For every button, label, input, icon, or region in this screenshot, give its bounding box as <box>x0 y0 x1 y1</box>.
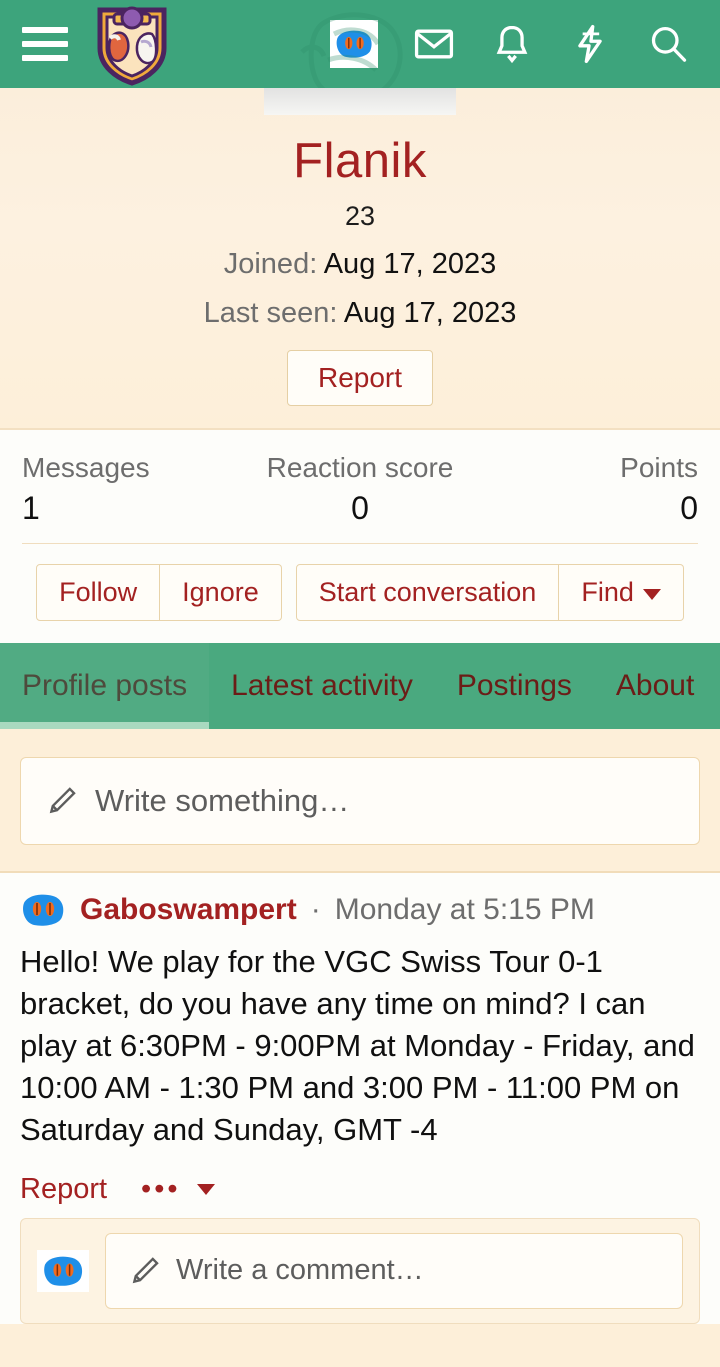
stat-messages: Messages 1 <box>22 452 247 527</box>
report-profile-button[interactable]: Report <box>286 350 434 407</box>
avatar-blob-icon <box>44 1256 83 1286</box>
conversation-find-group: Start conversation Find <box>295 564 684 622</box>
stat-label: Messages <box>22 452 150 484</box>
last-seen-row: Last seen: Aug 17, 2023 <box>0 297 720 330</box>
comment-composer: Write a comment… <box>20 1217 700 1324</box>
hamburger-menu-icon[interactable] <box>22 27 68 61</box>
lightning-bolt-icon[interactable] <box>568 22 612 66</box>
follow-button[interactable]: Follow <box>36 564 161 622</box>
magnifier-icon[interactable] <box>646 22 690 66</box>
comment-input[interactable]: Write a comment… <box>105 1232 683 1309</box>
start-conversation-button[interactable]: Start conversation <box>295 564 560 622</box>
ellipsis-icon: ••• <box>141 1172 181 1205</box>
last-seen-value: Aug 17, 2023 <box>343 297 517 330</box>
post-more-menu[interactable]: ••• <box>141 1172 215 1205</box>
stat-label: Reaction score <box>266 452 454 484</box>
tab-about[interactable]: About <box>594 643 716 729</box>
user-title: 23 <box>344 201 376 232</box>
header-icon-group <box>300 12 690 88</box>
write-something-placeholder: Write something… <box>95 783 350 819</box>
pencil-icon <box>49 787 76 814</box>
post-timestamp[interactable]: Monday at 5:15 PM <box>335 893 595 927</box>
stat-label: Points <box>620 452 698 484</box>
follow-ignore-group: Follow Ignore <box>36 564 282 622</box>
find-label: Find <box>581 577 634 608</box>
user-avatar-icon[interactable] <box>300 12 403 88</box>
post-action-row: Report ••• <box>20 1173 700 1218</box>
write-something-section: Write something… <box>0 729 720 874</box>
post-body-text: Hello! We play for the VGC Swiss Tour 0-… <box>20 944 695 1147</box>
profile-tabs: Profile posts Latest activity Postings A… <box>0 643 720 730</box>
stat-points: Points 0 <box>473 452 698 527</box>
hamburger-bar <box>22 55 68 61</box>
comment-user-avatar <box>37 1249 89 1292</box>
hamburger-bar <box>22 27 68 33</box>
post-separator: · <box>310 893 321 927</box>
write-something-input[interactable]: Write something… <box>20 757 700 846</box>
avatar-blob-icon <box>336 30 372 58</box>
stat-value: 1 <box>22 490 40 527</box>
pencil-icon <box>132 1256 159 1283</box>
envelope-icon[interactable] <box>412 22 456 66</box>
tab-latest-activity[interactable]: Latest activity <box>209 643 435 729</box>
joined-value: Aug 17, 2023 <box>323 248 497 281</box>
stats-panel: Messages 1 Reaction score 0 Points 0 Fol… <box>0 430 720 644</box>
tab-postings[interactable]: Postings <box>435 643 594 729</box>
find-dropdown-button[interactable]: Find <box>559 564 684 622</box>
site-logo-crest-icon[interactable] <box>92 2 172 86</box>
profile-avatar-placeholder[interactable] <box>264 88 456 115</box>
site-header <box>0 0 720 88</box>
profile-header: Flanik 23 Joined: Aug 17, 2023 Last seen… <box>0 88 720 431</box>
stat-value: 0 <box>351 490 369 527</box>
joined-label: Joined: <box>223 248 318 281</box>
joined-row: Joined: Aug 17, 2023 <box>0 248 720 281</box>
chevron-down-icon <box>642 588 661 600</box>
stat-value: 0 <box>680 490 698 527</box>
last-seen-label: Last seen: <box>203 297 338 330</box>
ignore-button[interactable]: Ignore <box>160 564 282 622</box>
page-title: Flanik <box>293 134 427 188</box>
profile-action-buttons: Follow Ignore Start conversation Find <box>22 543 698 643</box>
stat-reaction-score: Reaction score 0 <box>247 452 472 527</box>
bell-icon[interactable] <box>490 22 534 66</box>
post-author-avatar[interactable] <box>20 893 66 927</box>
chevron-down-icon <box>196 1183 215 1195</box>
hamburger-bar <box>22 41 68 47</box>
post-header: Gaboswampert · Monday at 5:15 PM <box>20 893 700 927</box>
stats-row: Messages 1 Reaction score 0 Points 0 <box>22 430 698 543</box>
tab-profile-posts[interactable]: Profile posts <box>0 643 210 730</box>
comment-placeholder: Write a comment… <box>176 1254 424 1287</box>
report-post-link[interactable]: Report <box>20 1173 107 1206</box>
profile-post: Gaboswampert · Monday at 5:15 PM Hello! … <box>0 873 720 1324</box>
post-author-name[interactable]: Gaboswampert <box>80 893 297 927</box>
